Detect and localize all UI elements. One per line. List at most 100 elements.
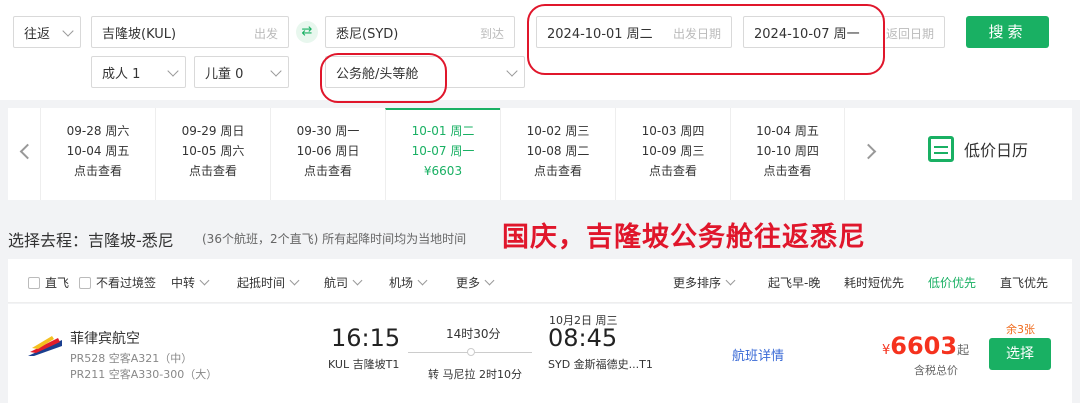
- arrival-airport: SYD 金斯福德史...T1: [548, 358, 653, 371]
- chevron-down-icon: [270, 65, 282, 77]
- stop-dot: [467, 348, 475, 356]
- direct-only-label: 直飞: [45, 276, 70, 290]
- date-prev-button[interactable]: [8, 108, 40, 200]
- date-cell-info: 点击查看: [533, 164, 582, 178]
- date-cell-return: 10-07 周一: [411, 144, 475, 158]
- date-cell-return: 10-04 周五: [66, 144, 130, 158]
- date-cell-depart: 09-29 周日: [181, 124, 245, 138]
- calendar-label: 低价日历: [964, 141, 1029, 160]
- sort-lowest-price[interactable]: 低价优先: [928, 274, 976, 291]
- date-strip: 09-28 周六 10-04 周五 点击查看 09-29 周日 10-05 周六…: [8, 108, 1072, 200]
- date-cell-return: 10-06 周日: [296, 144, 360, 158]
- no-transit-visa-checkbox[interactable]: 不看过境签: [79, 274, 156, 291]
- flight-number-2: PR211 空客A330-300（大）: [70, 368, 218, 381]
- filter-airport-dropdown[interactable]: 机场: [389, 274, 426, 291]
- sort-direct-first[interactable]: 直飞优先: [1000, 274, 1048, 291]
- flight-duration: 14时30分: [446, 327, 501, 341]
- date-cell-info: 点击查看: [73, 164, 122, 178]
- date-cell[interactable]: 10-03 周四 10-09 周三 点击查看: [615, 108, 730, 200]
- date-cell-depart: 10-01 周二: [411, 124, 475, 138]
- route-title: 选择去程：吉隆坡-悉尼: [8, 231, 174, 250]
- price-suffix: 起: [957, 343, 970, 357]
- return-date-input[interactable]: 2024-10-07 周一 返回日期: [743, 16, 945, 48]
- filter-transfer-dropdown[interactable]: 中转: [171, 274, 208, 291]
- date-cell-depart: 10-04 周五: [756, 124, 819, 138]
- filter-bar: 直飞 不看过境签 中转 起抵时间 航司 机场 更多 更多排序 起飞早-晚 耗时短…: [8, 259, 1072, 303]
- destination-input[interactable]: 悉尼(SYD) 到达: [325, 16, 515, 48]
- chevron-left-icon: [19, 143, 36, 160]
- date-cell-active[interactable]: 10-01 周二 10-07 周一 ¥6603: [385, 108, 500, 200]
- date-cell-info: 点击查看: [188, 164, 237, 178]
- origin-input[interactable]: 吉隆坡(KUL) 出发: [91, 16, 289, 48]
- annotation-text: 国庆，吉隆坡公务舱往返悉尼: [502, 222, 866, 253]
- date-cell-depart: 09-30 周一: [296, 124, 360, 138]
- children-select[interactable]: 儿童 0: [194, 56, 289, 88]
- depart-date-input[interactable]: 2024-10-01 周二 出发日期: [536, 16, 732, 48]
- no-transit-visa-label: 不看过境签: [96, 276, 157, 290]
- children-value: 儿童 0: [205, 66, 244, 82]
- depart-date-placeholder: 出发日期: [672, 27, 721, 41]
- adults-select[interactable]: 成人 1: [91, 56, 186, 88]
- chevron-down-icon: [167, 65, 179, 77]
- price-value: 6603: [890, 332, 958, 360]
- destination-placeholder: 到达: [479, 27, 504, 41]
- checkbox-icon: [28, 276, 40, 289]
- departure-airport: KUL 吉隆坡T1: [328, 358, 400, 371]
- filter-more-dropdown[interactable]: 更多: [456, 274, 493, 291]
- origin-placeholder: 出发: [253, 27, 278, 41]
- origin-value: 吉隆坡(KUL): [102, 26, 177, 42]
- date-cell-return: 10-09 周三: [641, 144, 705, 158]
- date-cell-return: 10-05 周六: [181, 144, 245, 158]
- low-price-calendar[interactable]: 低价日历: [928, 136, 1028, 162]
- search-panel: 往返 吉隆坡(KUL) 出发 ⇄ 悉尼(SYD) 到达 2024-10-01 周…: [0, 0, 1080, 103]
- date-cell[interactable]: 10-02 周三 10-08 周二 点击查看: [500, 108, 615, 200]
- date-cell[interactable]: 09-28 周六 10-04 周五 点击查看: [40, 108, 155, 200]
- search-button[interactable]: 搜索: [966, 16, 1049, 48]
- filter-time-dropdown[interactable]: 起抵时间: [237, 274, 298, 291]
- airline-logo-icon: [28, 336, 62, 356]
- swap-icon[interactable]: ⇄: [296, 21, 318, 43]
- date-cell-return: 10-08 周二: [526, 144, 590, 158]
- more-sort-dropdown[interactable]: 更多排序: [673, 274, 734, 291]
- transfer-info: 转 马尼拉 2时10分: [428, 368, 522, 381]
- return-date-placeholder: 返回日期: [885, 27, 934, 41]
- date-next-button[interactable]: [856, 108, 888, 200]
- cabin-value: 公务舱/头等舱: [336, 66, 419, 82]
- flight-details-link[interactable]: 航班详情: [732, 345, 784, 364]
- sort-shortest[interactable]: 耗时短优先: [844, 274, 904, 291]
- date-cell-info: 点击查看: [648, 164, 697, 178]
- trip-type-select[interactable]: 往返: [13, 16, 81, 48]
- depart-date-value: 2024-10-01 周二: [547, 26, 653, 42]
- select-flight-button[interactable]: 选择: [989, 338, 1051, 370]
- adults-value: 成人 1: [102, 66, 141, 82]
- flight-card[interactable]: 菲律宾航空 PR528 空客A321（中） PR211 空客A330-300（大…: [8, 304, 1072, 403]
- departure-time: 16:15: [331, 324, 401, 352]
- tax-note: 含税总价: [914, 364, 958, 377]
- filter-airline-dropdown[interactable]: 航司: [324, 274, 361, 291]
- chevron-down-icon: [62, 25, 74, 37]
- direct-only-checkbox[interactable]: 直飞: [28, 274, 69, 291]
- arrival-time: 08:45: [548, 324, 618, 352]
- date-cell-depart: 10-03 周四: [641, 124, 705, 138]
- cabin-select[interactable]: 公务舱/头等舱: [325, 56, 525, 88]
- seats-left-badge: 余3张: [1006, 323, 1035, 336]
- price: ¥6603起: [882, 332, 969, 360]
- date-cell-depart: 09-28 周六: [66, 124, 130, 138]
- calendar-icon: [928, 136, 954, 162]
- sort-departure-early[interactable]: 起飞早-晚: [768, 274, 820, 291]
- checkbox-icon: [79, 276, 91, 289]
- trip-type-value: 往返: [24, 26, 51, 42]
- return-date-value: 2024-10-07 周一: [754, 26, 860, 42]
- date-cell-return: 10-10 周四: [756, 144, 819, 158]
- date-cell-info: 点击查看: [763, 164, 812, 178]
- date-cell-depart: 10-02 周三: [526, 124, 590, 138]
- airline-name: 菲律宾航空: [70, 331, 140, 347]
- flight-number-1: PR528 空客A321（中）: [70, 352, 193, 365]
- date-cell-info: 点击查看: [303, 164, 352, 178]
- date-cell[interactable]: 09-29 周日 10-05 周六 点击查看: [155, 108, 270, 200]
- chevron-down-icon: [506, 65, 518, 77]
- route-subtitle: (36个航班，2个直飞) 所有起降时间均为当地时间: [202, 232, 467, 246]
- date-cell[interactable]: 10-04 周五 10-10 周四 点击查看: [730, 108, 845, 200]
- date-cell[interactable]: 09-30 周一 10-06 周日 点击查看: [270, 108, 385, 200]
- chevron-right-icon: [860, 143, 877, 160]
